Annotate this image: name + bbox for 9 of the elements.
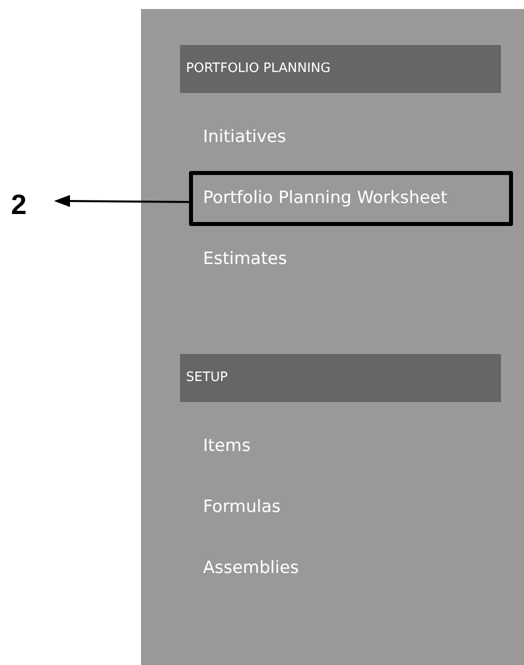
menu-item[interactable]: Items: [189, 419, 513, 474]
menu-item[interactable]: Formulas: [189, 480, 513, 535]
menu-item[interactable]: Portfolio Planning Worksheet: [189, 171, 513, 226]
section-header: SETUP: [180, 354, 501, 402]
menu-item[interactable]: Initiatives: [189, 110, 513, 165]
menu-item[interactable]: Assemblies: [189, 541, 513, 596]
menu-item[interactable]: Estimates: [189, 232, 513, 287]
callout-number: 2: [11, 188, 27, 222]
section-header: PORTFOLIO PLANNING: [180, 45, 501, 93]
